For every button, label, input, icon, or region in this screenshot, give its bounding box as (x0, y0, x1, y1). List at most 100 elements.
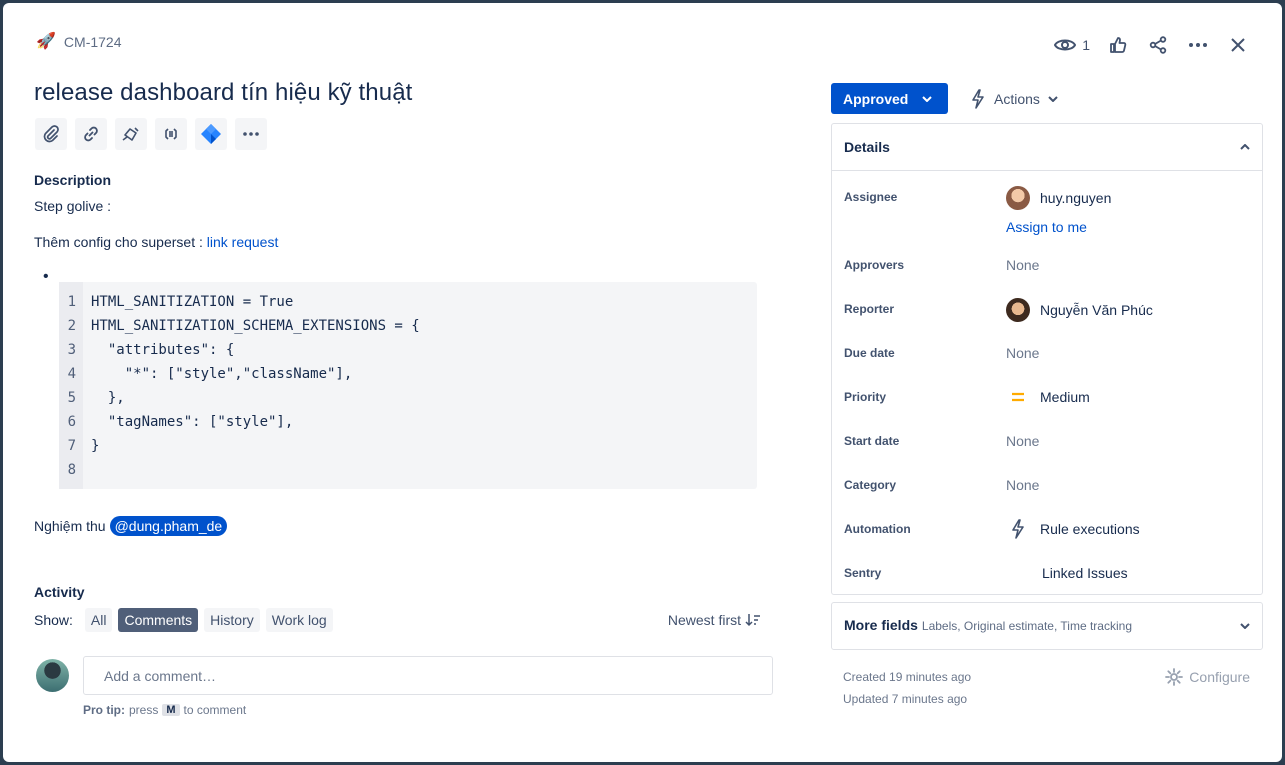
user-mention[interactable]: @dung.pham_de (109, 516, 228, 536)
code-line: "attributes": { (91, 342, 235, 358)
acceptance-line: Nghiệm thu @dung.pham_de (34, 516, 228, 536)
filter-work-log[interactable]: Work log (265, 608, 333, 632)
more-button[interactable] (1182, 29, 1214, 61)
start-date-value[interactable]: None (1006, 433, 1039, 449)
code-line-number: 2 (67, 318, 76, 334)
code-line: } (91, 438, 100, 454)
bullet-marker: • (43, 268, 49, 285)
code-line-number: 1 (67, 294, 76, 310)
more-icon (243, 132, 259, 136)
filter-all[interactable]: All (84, 608, 113, 632)
configure-button[interactable]: Configure (1165, 668, 1250, 686)
automation-text: Rule executions (1040, 521, 1140, 537)
reporter-avatar (1006, 298, 1030, 322)
code-line: }, (91, 390, 125, 406)
share-icon (1149, 36, 1167, 54)
updated-timestamp: Updated 7 minutes ago (843, 692, 968, 706)
automation-value[interactable]: Rule executions (1006, 519, 1140, 539)
code-line-number: 3 (67, 342, 76, 358)
comment-input[interactable]: Add a comment… (83, 656, 773, 695)
attach-button[interactable] (35, 118, 67, 150)
app-icon (122, 127, 139, 141)
activity-filter-bar: Show: All Comments History Work log (34, 608, 333, 632)
close-button[interactable] (1222, 29, 1254, 61)
filter-comments[interactable]: Comments (118, 608, 199, 632)
code-line: HTML_SANITIZATION = True (91, 294, 294, 310)
assignee-name: huy.nguyen (1040, 190, 1112, 206)
sort-toggle[interactable]: Newest first (668, 612, 761, 628)
filter-history[interactable]: History (204, 608, 260, 632)
issue-breadcrumb[interactable]: 🚀 CM-1724 (36, 34, 122, 51)
watch-button[interactable]: 1 (1050, 29, 1094, 61)
more-fields-panel[interactable]: More fields Labels, Original estimate, Ti… (831, 602, 1263, 650)
approvers-label: Approvers (844, 258, 905, 272)
created-timestamp: Created 19 minutes ago (843, 670, 972, 684)
code-line-number: 5 (67, 390, 76, 406)
more-fields-subtitle: Labels, Original estimate, Time tracking (921, 619, 1132, 633)
description-line-1: Step golive : (34, 198, 112, 214)
assignee-label: Assignee (844, 190, 898, 204)
assign-to-me-link[interactable]: Assign to me (1006, 219, 1087, 235)
priority-text: Medium (1040, 389, 1090, 405)
lightning-icon (1012, 519, 1024, 539)
like-button[interactable] (1102, 29, 1134, 61)
lightning-icon (972, 88, 984, 109)
code-line-number: 4 (67, 366, 76, 382)
category-label: Category (844, 478, 897, 492)
issue-modal: 🚀 CM-1724 1 release dashboard tín hiệu k… (3, 3, 1282, 762)
chevron-down-icon (1048, 95, 1058, 102)
issue-title[interactable]: release dashboard tín hiệu kỹ thuật (34, 79, 412, 107)
show-label: Show: (34, 612, 73, 628)
integration-button[interactable] (155, 118, 187, 150)
link-issue-button[interactable] (75, 118, 107, 150)
code-block: 12345678 HTML_SANITIZATION = True HTML_SA… (59, 282, 757, 489)
issue-toolbar (35, 118, 267, 150)
description-line-2: Thêm config cho superset : link request (34, 234, 278, 250)
description-label: Description (34, 172, 112, 188)
confluence-button[interactable] (195, 118, 227, 150)
actions-button[interactable]: Actions (970, 83, 1058, 114)
code-line-number: 8 (67, 462, 76, 478)
status-button[interactable]: Approved (831, 83, 948, 114)
due-date-value[interactable]: None (1006, 345, 1039, 361)
category-value[interactable]: None (1006, 477, 1039, 493)
code-line: HTML_SANITIZATION_SCHEMA_EXTENSIONS = { (91, 318, 420, 334)
link-request[interactable]: link request (207, 234, 279, 250)
reporter-name: Nguyễn Văn Phúc (1040, 302, 1153, 318)
details-header[interactable]: Details (832, 124, 1262, 171)
acceptance-text: Nghiệm thu (34, 518, 106, 534)
paperclip-icon (43, 125, 59, 143)
more-toolbar-button[interactable] (235, 118, 267, 150)
issue-key[interactable]: CM-1724 (64, 34, 122, 50)
sentry-label: Sentry (844, 566, 882, 580)
assignee-avatar (1006, 186, 1030, 210)
protip-suffix: to comment (183, 703, 247, 717)
gear-icon (1165, 668, 1184, 686)
reporter-value[interactable]: Nguyễn Văn Phúc (1006, 298, 1153, 322)
priority-medium-icon (1012, 392, 1024, 402)
add-app-button[interactable] (115, 118, 147, 150)
diamond-logo-icon (201, 124, 221, 144)
priority-value[interactable]: Medium (1006, 389, 1090, 405)
approvers-value[interactable]: None (1006, 257, 1039, 273)
code-lines: HTML_SANITIZATION = True HTML_SANITIZATIO… (83, 282, 420, 489)
protip-press: press (129, 703, 159, 717)
share-button[interactable] (1142, 29, 1174, 61)
protip-key: M (162, 704, 180, 716)
sort-icon (745, 614, 760, 627)
code-line-numbers: 1 2 3 4 5 6 7 8 (59, 282, 83, 489)
protip-label: Pro tip: (83, 703, 125, 717)
header-actions: 1 (1042, 29, 1254, 61)
chevron-up-icon (1240, 144, 1250, 150)
watch-count: 1 (1082, 37, 1090, 53)
assign-to-me-text: Assign to me (1006, 219, 1087, 235)
sentry-value[interactable]: Linked Issues (1042, 565, 1128, 581)
assignee-value[interactable]: huy.nguyen (1006, 186, 1111, 210)
actions-label: Actions (994, 90, 1040, 107)
link-icon (84, 126, 98, 142)
pro-tip: Pro tip: press M to comment (83, 703, 246, 717)
code-line-number: 6 (67, 414, 76, 430)
thumbs-up-icon (1110, 37, 1127, 53)
close-icon (1231, 38, 1245, 52)
